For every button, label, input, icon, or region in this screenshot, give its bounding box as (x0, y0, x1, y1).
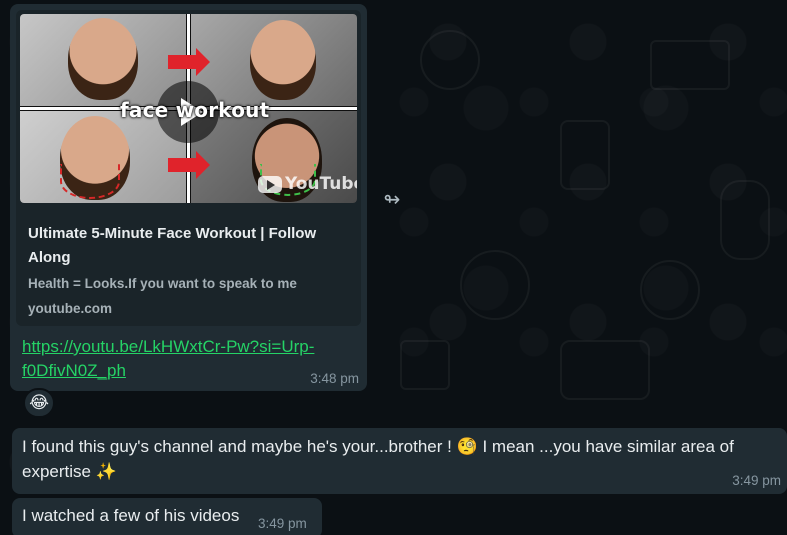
message-bubble[interactable]: I watched a few of his videos 3:49 pm (12, 498, 322, 535)
preview-domain: youtube.com (28, 301, 113, 316)
message-timestamp: 3:49 pm (732, 473, 781, 488)
message-timestamp: 3:48 pm (310, 371, 359, 386)
wallpaper-doodle (560, 120, 610, 190)
link-url[interactable]: https://youtu.be/LkHWxtCr-Pw?si=Urp-f0Df… (22, 337, 314, 380)
wallpaper-doodle (420, 30, 480, 90)
wallpaper-doodle (640, 260, 700, 320)
preview-title[interactable]: Ultimate 5-Minute Face Workout | Follow … (28, 222, 358, 270)
thumbnail-caption: face workout (120, 98, 270, 122)
preview-description: Health = Looks.If you want to speak to m… (28, 276, 297, 291)
message-timestamp: 3:49 pm (258, 516, 307, 531)
wallpaper-doodle (720, 180, 770, 260)
reaction-badge[interactable]: 😂 (23, 388, 55, 418)
face-image (250, 20, 316, 100)
chat-pane[interactable]: face workout YouTube Ultimate 5-Minute F… (0, 0, 787, 535)
youtube-logo: YouTube (258, 172, 357, 196)
message-bubble[interactable]: I found this guy's channel and maybe he'… (12, 428, 787, 494)
youtube-icon (258, 175, 282, 193)
video-thumbnail[interactable]: face workout YouTube (20, 14, 357, 203)
wallpaper-doodle (460, 250, 530, 320)
wallpaper-doodle (400, 340, 450, 390)
youtube-brand-text: YouTube (285, 174, 357, 194)
message-link[interactable]: https://youtu.be/LkHWxtCr-Pw?si=Urp-f0Df… (22, 335, 352, 383)
wallpaper-doodle (650, 40, 730, 90)
forward-icon[interactable]: ↬ (377, 186, 407, 212)
message-bubble-link[interactable]: face workout YouTube Ultimate 5-Minute F… (10, 4, 367, 391)
jawline-marker (60, 164, 120, 199)
red-arrow-icon (168, 48, 210, 76)
face-image (68, 18, 138, 100)
message-text: I watched a few of his videos (22, 506, 240, 525)
red-arrow-icon (168, 151, 210, 179)
wallpaper-doodle (560, 340, 650, 400)
message-text: I found this guy's channel and maybe he'… (22, 437, 734, 481)
link-preview-card[interactable]: face workout YouTube Ultimate 5-Minute F… (16, 10, 361, 326)
